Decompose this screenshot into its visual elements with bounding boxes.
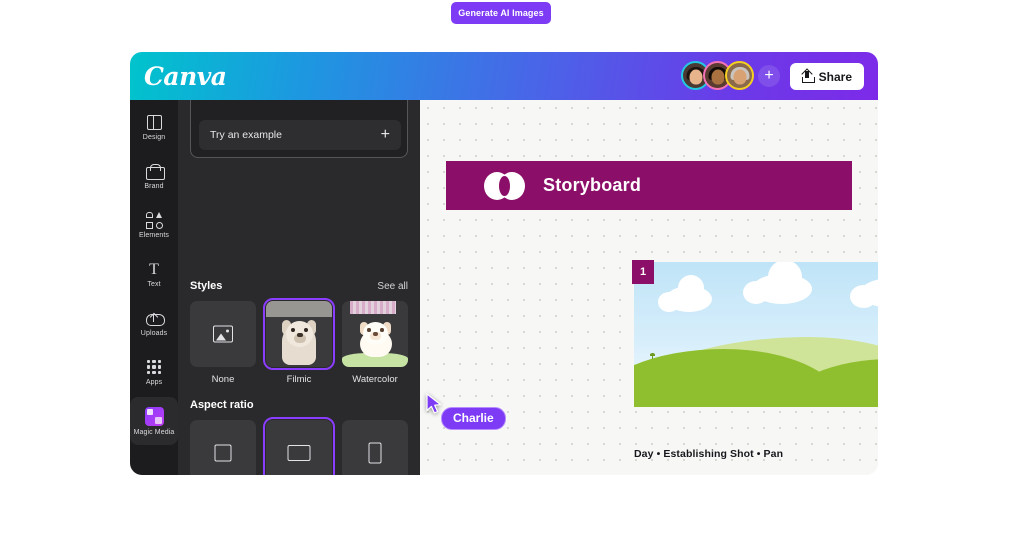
share-button[interactable]: Share [789,63,864,90]
design-icon [146,114,163,131]
aspect-ratio-title: Aspect ratio [190,399,254,411]
portrait-icon [368,442,382,464]
plus-icon[interactable]: + [381,127,390,143]
storyboard-banner[interactable]: Storyboard [446,161,852,210]
style-thumbnail-none [190,301,256,367]
storyboard-frame-image[interactable] [634,262,878,407]
sprout-icon [650,353,656,359]
aspect-ratio-thumbnail-landscape [263,417,335,475]
apps-icon [146,359,163,376]
landscape-icon [287,445,311,461]
aspect-ratio-options: Square Landscape Portrait [190,417,408,475]
sidebar-item-text[interactable]: T Text [130,250,178,298]
cloud-icon [743,262,812,304]
aspect-ratio-section-header: Aspect ratio [190,399,408,411]
style-label: Filmic [286,374,312,385]
avatar[interactable] [725,61,754,90]
sidebar-item-label: Brand [144,182,164,190]
style-option-none[interactable]: None [190,301,256,385]
sidebar-rail: Design Brand Elements T Text Uploads App… [130,100,178,475]
magic-media-panel: Try an example + Styles See all None Fil… [178,100,420,475]
canva-app-window: Canva + Share Design Brand Elements T Te… [130,52,878,475]
aspect-ratio-thumbnail-portrait [342,420,408,475]
magic-media-icon [144,406,164,426]
prompt-input-box[interactable]: Try an example + [190,100,408,158]
cloud-icon [658,275,712,312]
sidebar-item-magic-media[interactable]: Magic Media [130,397,178,445]
sidebar-item-label: Uploads [140,329,168,337]
share-button-label: Share [818,69,852,84]
aspect-ratio-option-landscape[interactable]: Landscape [263,417,335,475]
sidebar-item-label: Design [142,133,166,141]
sidebar-item-brand[interactable]: Brand [130,152,178,200]
uploads-icon [145,310,165,327]
aspect-ratio-option-portrait[interactable]: Portrait [342,420,408,475]
cursor-name-label: Charlie [441,407,506,430]
cloud-icon [850,278,878,308]
frame-caption-title: Day • Establishing Shot • Pan [634,448,784,460]
sidebar-item-elements[interactable]: Elements [130,201,178,249]
square-icon [214,444,232,462]
sidebar-item-design[interactable]: Design [130,103,178,151]
generate-ai-images-button[interactable]: Generate AI Images [451,2,551,24]
sidebar-item-label: Elements [139,231,169,239]
sidebar-item-label: Apps [145,378,163,386]
style-thumbnail-filmic [263,298,335,370]
image-placeholder-icon [213,325,233,343]
sidebar-item-label: Magic Media [133,428,175,436]
styles-see-all-link[interactable]: See all [377,281,408,292]
aspect-ratio-thumbnail-square [190,420,256,475]
sidebar-item-uploads[interactable]: Uploads [130,299,178,347]
styles-section-header: Styles See all [190,280,408,292]
collaborator-cursor: Charlie [426,393,506,430]
style-label: None [211,374,235,385]
screen: Generate AI Images Canva + Share Design [0,0,1024,533]
styles-title: Styles [190,280,223,292]
sidebar-item-label: Text [147,280,161,288]
text-icon: T [149,260,159,278]
overlapping-circles-logo-icon [484,171,525,200]
try-an-example-button[interactable]: Try an example + [199,120,401,150]
storyboard-title: Storyboard [543,175,642,195]
cursor-pointer-icon [426,393,442,414]
style-option-filmic[interactable]: Filmic [263,298,335,385]
frame-caption-body: Action: Opening shot of the barren, red … [634,472,878,475]
style-option-watercolor[interactable]: Watercolor [342,301,408,385]
add-collaborator-button[interactable]: + [758,64,780,87]
collaborator-avatars: + [681,61,780,90]
aspect-ratio-option-square[interactable]: Square [190,420,256,475]
style-thumbnail-watercolor [342,301,408,367]
brand-icon [145,163,165,180]
style-label: Watercolor [352,374,398,385]
styles-options: None Filmic Watercolor [190,298,408,385]
elements-icon [145,211,163,229]
app-titlebar: Canva + Share [130,52,878,100]
frame-number-badge: 1 [632,260,654,284]
share-upload-icon [801,67,815,83]
canva-logo[interactable]: Canva [144,62,227,91]
sidebar-item-apps[interactable]: Apps [130,348,178,396]
try-an-example-label: Try an example [210,129,282,141]
